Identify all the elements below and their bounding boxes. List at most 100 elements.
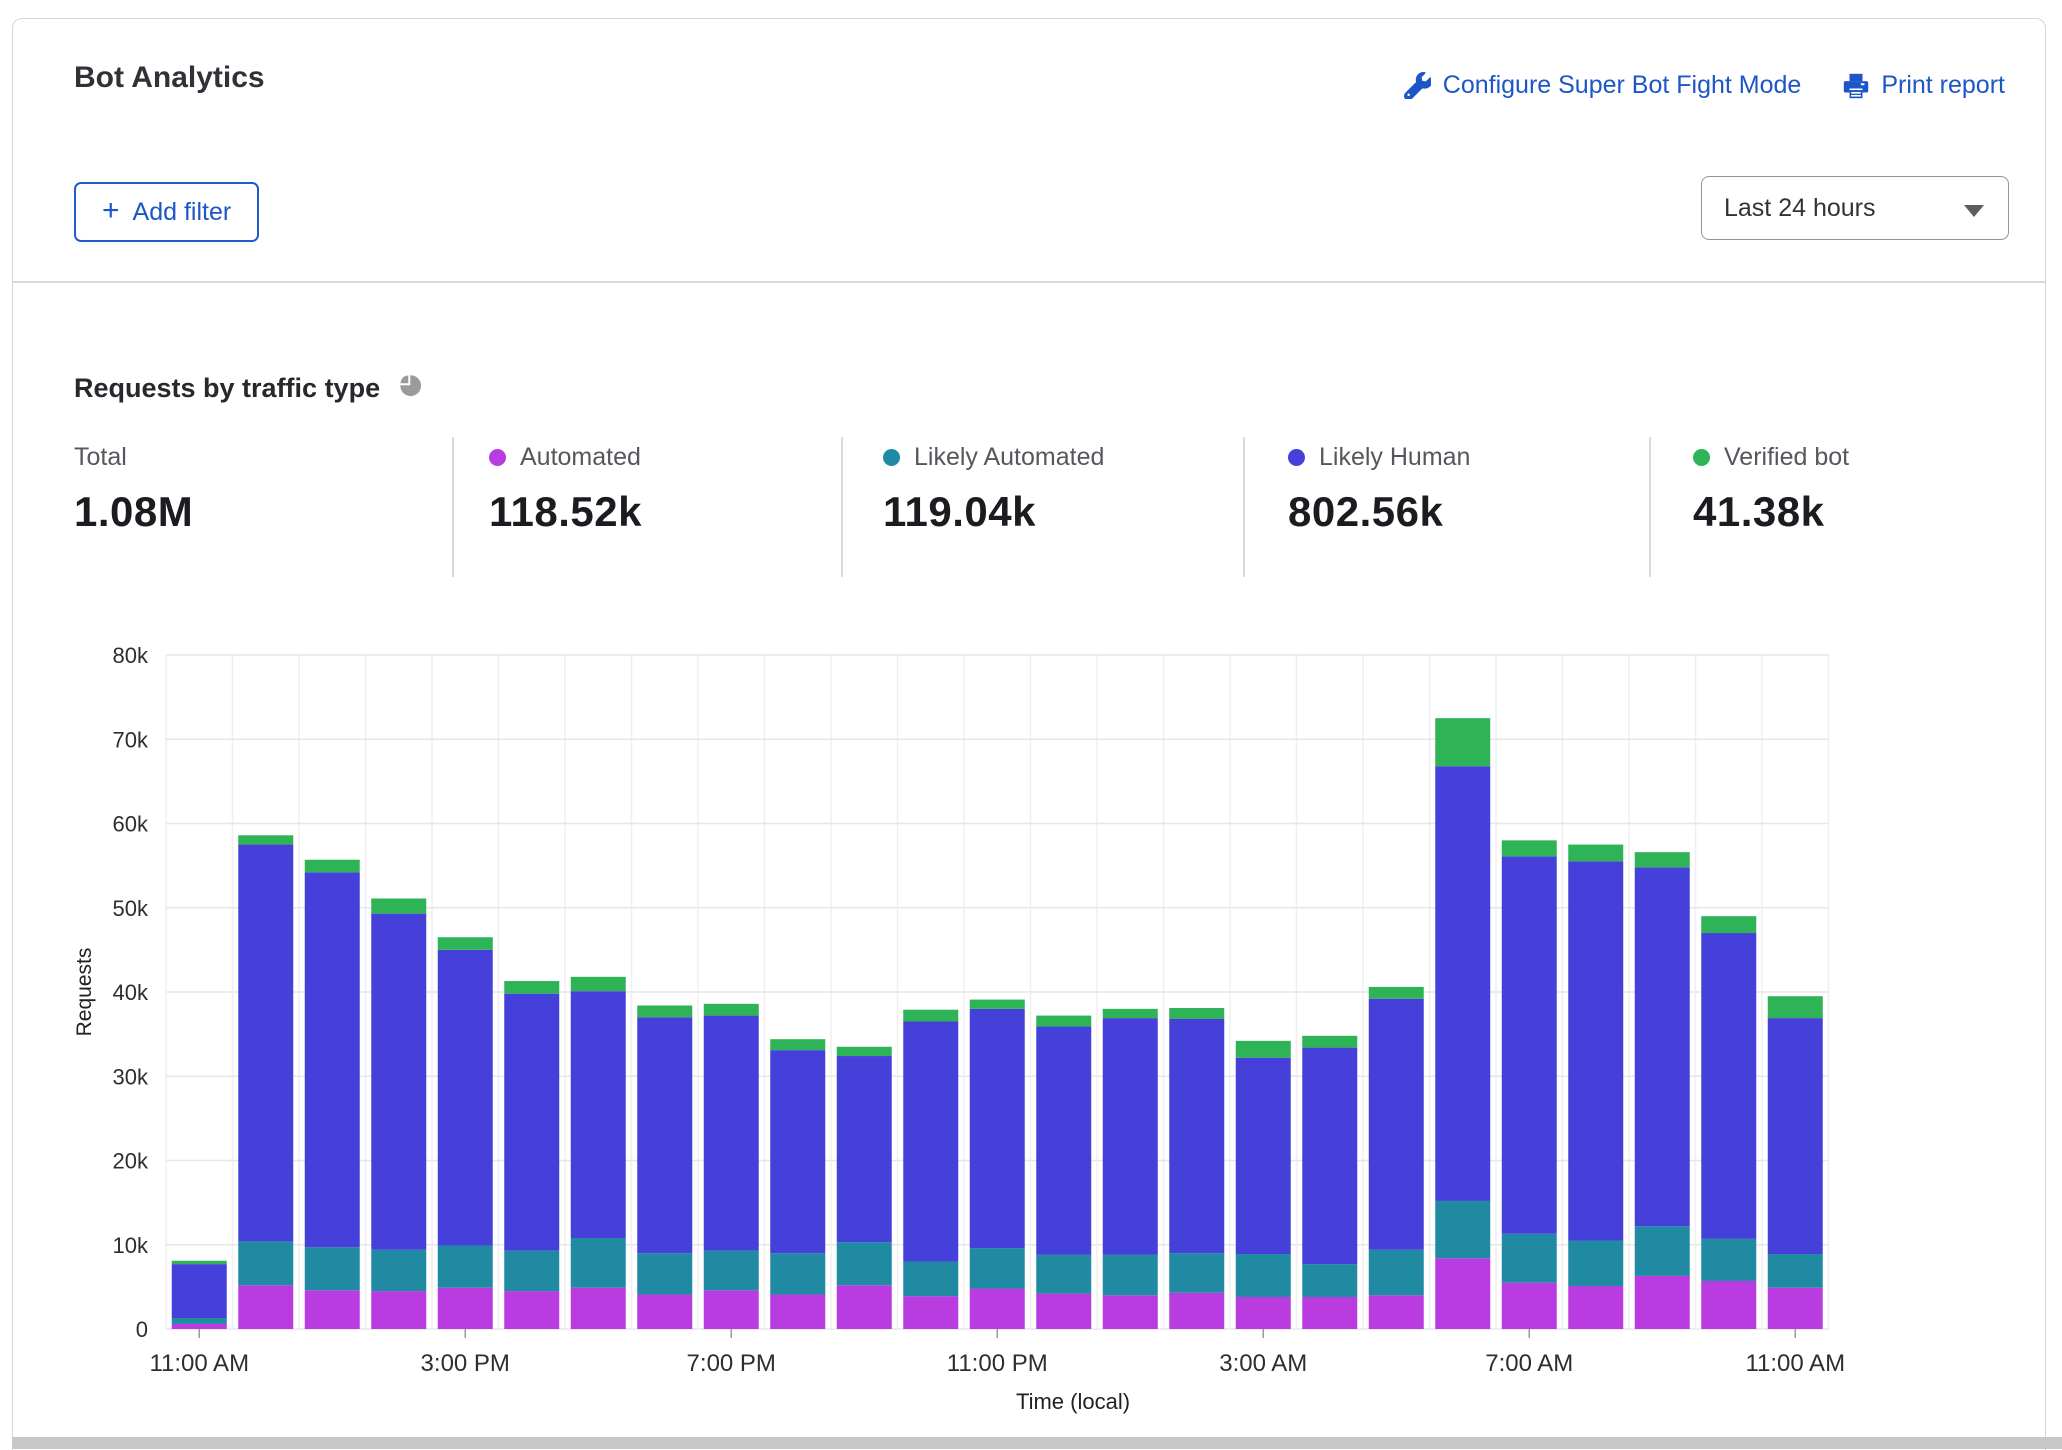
bar-segment-likely-human[interactable]	[1502, 856, 1557, 1233]
bar-segment-verified-bot[interactable]	[770, 1039, 825, 1050]
bar-segment-verified-bot[interactable]	[1635, 852, 1690, 867]
bar-segment-automated[interactable]	[1568, 1286, 1623, 1329]
bar-segment-likely-human[interactable]	[1369, 999, 1424, 1250]
bar-segment-automated[interactable]	[504, 1291, 559, 1329]
bar-segment-automated[interactable]	[1635, 1276, 1690, 1329]
bar-segment-verified-bot[interactable]	[504, 981, 559, 994]
bar-segment-automated[interactable]	[770, 1294, 825, 1329]
bar-segment-likely-automated[interactable]	[1036, 1255, 1091, 1294]
bar-segment-verified-bot[interactable]	[1036, 1016, 1091, 1027]
bar-segment-likely-automated[interactable]	[1369, 1250, 1424, 1295]
bar-segment-likely-automated[interactable]	[1435, 1201, 1490, 1258]
bar-segment-automated[interactable]	[1236, 1297, 1291, 1329]
bar-segment-verified-bot[interactable]	[1103, 1009, 1158, 1018]
add-filter-button[interactable]: + Add filter	[74, 182, 259, 242]
bar-segment-likely-human[interactable]	[1036, 1027, 1091, 1255]
bar-segment-likely-automated[interactable]	[1635, 1226, 1690, 1276]
bar-segment-likely-human[interactable]	[1635, 867, 1690, 1226]
bar-segment-verified-bot[interactable]	[1768, 996, 1823, 1018]
bar-segment-verified-bot[interactable]	[1369, 987, 1424, 999]
bar-segment-likely-human[interactable]	[1103, 1018, 1158, 1255]
bar-segment-automated[interactable]	[238, 1285, 293, 1329]
bar-segment-likely-human[interactable]	[1435, 766, 1490, 1201]
bar-segment-verified-bot[interactable]	[704, 1004, 759, 1016]
bar-segment-verified-bot[interactable]	[1502, 840, 1557, 856]
bar-segment-likely-human[interactable]	[770, 1050, 825, 1253]
bar-segment-verified-bot[interactable]	[1169, 1008, 1224, 1019]
bar-segment-verified-bot[interactable]	[571, 977, 626, 991]
time-range-dropdown[interactable]: Last 24 hours	[1701, 176, 2009, 240]
bar-segment-automated[interactable]	[1302, 1297, 1357, 1329]
bar-segment-likely-human[interactable]	[1768, 1018, 1823, 1254]
bar-segment-likely-automated[interactable]	[1768, 1254, 1823, 1288]
bar-segment-likely-human[interactable]	[438, 950, 493, 1246]
bar-segment-likely-human[interactable]	[637, 1017, 692, 1253]
bar-segment-verified-bot[interactable]	[970, 1000, 1025, 1009]
bar-segment-likely-automated[interactable]	[238, 1241, 293, 1285]
bar-segment-likely-automated[interactable]	[1568, 1241, 1623, 1286]
bar-segment-likely-human[interactable]	[371, 914, 426, 1250]
bar-segment-likely-human[interactable]	[970, 1009, 1025, 1248]
bar-segment-automated[interactable]	[1036, 1294, 1091, 1329]
bar-segment-verified-bot[interactable]	[1302, 1036, 1357, 1048]
bar-segment-verified-bot[interactable]	[837, 1047, 892, 1056]
bar-segment-verified-bot[interactable]	[305, 860, 360, 873]
bar-segment-verified-bot[interactable]	[172, 1261, 227, 1264]
bar-segment-automated[interactable]	[371, 1291, 426, 1329]
bar-segment-verified-bot[interactable]	[1236, 1041, 1291, 1058]
bar-segment-automated[interactable]	[1502, 1283, 1557, 1329]
bar-segment-automated[interactable]	[837, 1285, 892, 1329]
bar-segment-likely-automated[interactable]	[770, 1253, 825, 1294]
bar-segment-likely-human[interactable]	[837, 1056, 892, 1242]
bar-segment-automated[interactable]	[1701, 1281, 1756, 1329]
bar-segment-automated[interactable]	[1169, 1293, 1224, 1329]
print-report-link[interactable]: Print report	[1843, 71, 2005, 100]
bar-segment-automated[interactable]	[1768, 1288, 1823, 1329]
bar-segment-automated[interactable]	[704, 1290, 759, 1329]
bar-segment-likely-human[interactable]	[903, 1021, 958, 1261]
bar-segment-likely-automated[interactable]	[637, 1253, 692, 1294]
bar-segment-verified-bot[interactable]	[903, 1010, 958, 1022]
bar-segment-likely-human[interactable]	[1568, 861, 1623, 1240]
bar-segment-verified-bot[interactable]	[1701, 916, 1756, 933]
bar-segment-verified-bot[interactable]	[238, 835, 293, 844]
bar-segment-likely-automated[interactable]	[903, 1262, 958, 1297]
bar-segment-likely-automated[interactable]	[1236, 1254, 1291, 1297]
bar-segment-likely-human[interactable]	[1302, 1048, 1357, 1265]
bar-segment-likely-human[interactable]	[305, 872, 360, 1247]
bar-segment-automated[interactable]	[970, 1289, 1025, 1329]
bar-segment-likely-human[interactable]	[571, 991, 626, 1238]
bar-segment-automated[interactable]	[172, 1324, 227, 1329]
bar-segment-likely-automated[interactable]	[704, 1251, 759, 1291]
bar-segment-likely-automated[interactable]	[371, 1250, 426, 1291]
bar-segment-verified-bot[interactable]	[1568, 845, 1623, 862]
bar-segment-likely-automated[interactable]	[1502, 1234, 1557, 1283]
bar-segment-likely-human[interactable]	[1701, 933, 1756, 1239]
bar-segment-automated[interactable]	[903, 1296, 958, 1329]
bar-segment-verified-bot[interactable]	[371, 898, 426, 913]
bar-segment-likely-human[interactable]	[1236, 1058, 1291, 1254]
bar-segment-likely-automated[interactable]	[504, 1251, 559, 1291]
bar-segment-likely-automated[interactable]	[1169, 1253, 1224, 1293]
bar-segment-likely-automated[interactable]	[571, 1238, 626, 1288]
bar-segment-verified-bot[interactable]	[637, 1005, 692, 1017]
bar-segment-automated[interactable]	[637, 1294, 692, 1329]
bar-segment-likely-automated[interactable]	[305, 1247, 360, 1290]
bar-segment-likely-human[interactable]	[704, 1016, 759, 1251]
configure-super-bot-fight-mode-link[interactable]: Configure Super Bot Fight Mode	[1404, 71, 1802, 100]
bar-segment-likely-human[interactable]	[1169, 1019, 1224, 1253]
bar-segment-likely-automated[interactable]	[438, 1246, 493, 1288]
bar-segment-likely-automated[interactable]	[970, 1248, 1025, 1288]
bar-segment-likely-automated[interactable]	[1701, 1239, 1756, 1281]
bar-segment-likely-automated[interactable]	[1302, 1264, 1357, 1297]
bar-segment-likely-human[interactable]	[172, 1264, 227, 1318]
bar-segment-automated[interactable]	[438, 1288, 493, 1329]
bar-segment-automated[interactable]	[1369, 1295, 1424, 1329]
bar-segment-automated[interactable]	[305, 1290, 360, 1329]
bar-segment-verified-bot[interactable]	[438, 937, 493, 950]
bar-segment-likely-automated[interactable]	[172, 1318, 227, 1324]
bar-segment-likely-human[interactable]	[238, 845, 293, 1242]
bar-segment-likely-automated[interactable]	[1103, 1255, 1158, 1295]
bar-segment-likely-human[interactable]	[504, 994, 559, 1251]
bar-segment-likely-automated[interactable]	[837, 1242, 892, 1285]
